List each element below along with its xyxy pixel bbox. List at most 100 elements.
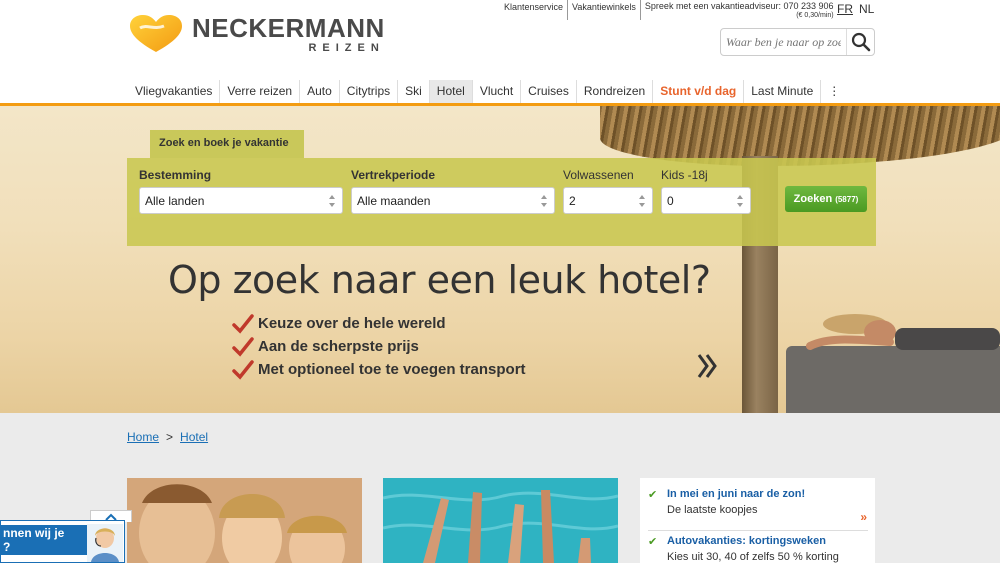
- kids-select[interactable]: 0: [661, 187, 751, 214]
- phone-info: Spreek met een vakantieadviseur: 070 233…: [639, 0, 838, 20]
- straw-umbrella: [600, 106, 1000, 166]
- adults-field: Volwassenen 2: [563, 168, 653, 214]
- language-switch: FR NL: [837, 2, 880, 16]
- nav-rondreizen[interactable]: Rondreizen: [575, 80, 652, 104]
- benefit-item: Met optioneel toe te voegen transport: [232, 358, 526, 381]
- destination-label: Bestemming: [139, 168, 212, 182]
- chat-line-2: ?: [3, 540, 11, 554]
- zoeken-label: Zoeken: [793, 193, 833, 205]
- brand-sub: REIZEN: [308, 41, 385, 54]
- promo-title-text: In mei en juni naar de zon!: [667, 488, 806, 500]
- search-input[interactable]: [721, 29, 846, 55]
- benefit-item: Keuze over de hele wereld: [232, 312, 526, 335]
- chat-widget: nnen wij je ?: [0, 510, 132, 563]
- nav-citytrips[interactable]: Citytrips: [338, 80, 397, 104]
- nav-vlucht[interactable]: Vlucht: [471, 80, 520, 104]
- benefit-text: Met optioneel toe te voegen transport: [258, 361, 526, 378]
- updown-arrows-icon: [639, 195, 645, 207]
- destination-value: Alle landen: [145, 194, 205, 208]
- brand-name: NECKERMANN: [192, 12, 385, 43]
- pool-legs-image: [383, 478, 618, 563]
- breadcrumb: Home > Hotel: [127, 430, 208, 444]
- updown-arrows-icon: [541, 195, 547, 207]
- nav-verre-reizen[interactable]: Verre reizen: [219, 80, 299, 104]
- hero-banner: Zoek en boek je vakantie Bestemming Alle…: [0, 106, 1000, 413]
- next-slide-icon[interactable]: [696, 353, 718, 379]
- phone-cost: (€ 0,30/min): [796, 12, 834, 19]
- chat-box[interactable]: nnen wij je ?: [0, 520, 125, 563]
- customer-service-link[interactable]: Klantenservice: [500, 0, 567, 20]
- main-nav: Vliegvakanties Verre reizen Auto Citytri…: [128, 80, 847, 104]
- site-header: NECKERMANN REIZEN Klantenservice Vakanti…: [0, 0, 1000, 106]
- promo-list: ✔ In mei en juni naar de zon! De laatste…: [640, 478, 875, 563]
- booking-form: Bestemming Alle landen Vertrekperiode Al…: [127, 158, 876, 246]
- checkmark-icon: [232, 336, 254, 357]
- search-icon: [851, 32, 870, 52]
- agent-avatar: [87, 524, 123, 562]
- nav-ski[interactable]: Ski: [397, 80, 429, 104]
- site-search: [720, 28, 875, 56]
- double-chevron-icon[interactable]: »: [860, 510, 867, 524]
- breadcrumb-separator: >: [166, 430, 174, 444]
- updown-arrows-icon: [329, 195, 335, 207]
- pool-photo-card[interactable]: [383, 478, 618, 563]
- chat-line-1: nnen wij je: [3, 526, 65, 540]
- booking-tab[interactable]: Zoek en boek je vakantie: [150, 130, 304, 158]
- updown-arrows-icon: [737, 195, 743, 207]
- promo-item-auto[interactable]: ✔ Autovakanties: kortingsweken Kies uit …: [648, 535, 868, 563]
- nav-vliegvakanties[interactable]: Vliegvakanties: [128, 80, 219, 104]
- family-photo-card[interactable]: [127, 478, 362, 563]
- check-icon: ✔: [648, 536, 658, 548]
- adults-select[interactable]: 2: [563, 187, 653, 214]
- family-photo-image: [127, 478, 362, 563]
- check-icon: ✔: [648, 489, 658, 501]
- kids-field: Kids -18j 0: [661, 168, 751, 214]
- content-area: Home > Hotel ✔ In mei en juni naar de zo…: [0, 413, 1000, 563]
- promo-title-text: Autovakanties: kortingsweken: [667, 535, 826, 547]
- nav-more-menu[interactable]: ⋮: [820, 80, 847, 104]
- promo-title: ✔ Autovakanties: kortingsweken: [648, 535, 868, 548]
- checkmark-icon: [232, 313, 254, 334]
- adults-value: 2: [569, 194, 576, 208]
- benefit-item: Aan de scherpste prijs: [232, 335, 526, 358]
- beach-lounger: [786, 346, 1000, 413]
- adults-label: Volwassenen: [563, 168, 634, 182]
- heart-logo-icon: [130, 15, 182, 52]
- top-links: Klantenservice Vakantiewinkels Spreek me…: [500, 0, 838, 20]
- nav-hotel[interactable]: Hotel: [428, 80, 472, 104]
- checkmark-icon: [232, 359, 254, 380]
- promo-divider: [648, 530, 868, 531]
- destination-select[interactable]: Alle landen: [139, 187, 343, 214]
- hero-headline: Op zoek naar een leuk hotel?: [168, 258, 711, 302]
- search-button[interactable]: [846, 29, 874, 55]
- lang-fr[interactable]: FR: [837, 2, 853, 16]
- nav-auto[interactable]: Auto: [299, 80, 339, 104]
- nav-last-minute[interactable]: Last Minute: [743, 80, 820, 104]
- lang-nl[interactable]: NL: [859, 2, 874, 16]
- kids-label: Kids -18j: [661, 168, 708, 182]
- hero-benefits: Keuze over de hele wereld Aan de scherps…: [232, 312, 526, 381]
- period-value: Alle maanden: [357, 194, 431, 208]
- destination-field: Bestemming Alle landen: [139, 168, 343, 214]
- chat-label: nnen wij je ?: [1, 525, 87, 555]
- relaxing-woman-image: [806, 314, 1000, 350]
- promo-sub: Kies uit 30, 40 of zelfs 50 % korting: [667, 551, 839, 563]
- period-label: Vertrekperiode: [351, 168, 436, 182]
- period-select[interactable]: Alle maanden: [351, 187, 555, 214]
- promo-title: ✔ In mei en juni naar de zon!: [648, 488, 868, 501]
- period-field: Vertrekperiode Alle maanden: [351, 168, 555, 214]
- promo-sub: De laatste koopjes: [667, 504, 758, 516]
- phone-text: Spreek met een vakantieadviseur: 070 233…: [644, 1, 834, 11]
- benefit-text: Keuze over de hele wereld: [258, 315, 446, 332]
- nav-stunt[interactable]: Stunt v/d dag: [652, 80, 743, 104]
- breadcrumb-hotel[interactable]: Hotel: [180, 430, 208, 444]
- nav-cruises[interactable]: Cruises: [520, 80, 576, 104]
- shops-link[interactable]: Vakantiewinkels: [567, 0, 640, 20]
- breadcrumb-home[interactable]: Home: [127, 430, 159, 444]
- benefit-text: Aan de scherpste prijs: [258, 338, 419, 355]
- zoeken-button[interactable]: Zoeken (5877): [785, 186, 867, 212]
- kids-value: 0: [667, 194, 674, 208]
- result-count: (5877): [835, 194, 859, 204]
- promo-item-sun[interactable]: ✔ In mei en juni naar de zon! De laatste…: [648, 488, 868, 516]
- neckermann-logo[interactable]: NECKERMANN REIZEN: [128, 14, 385, 54]
